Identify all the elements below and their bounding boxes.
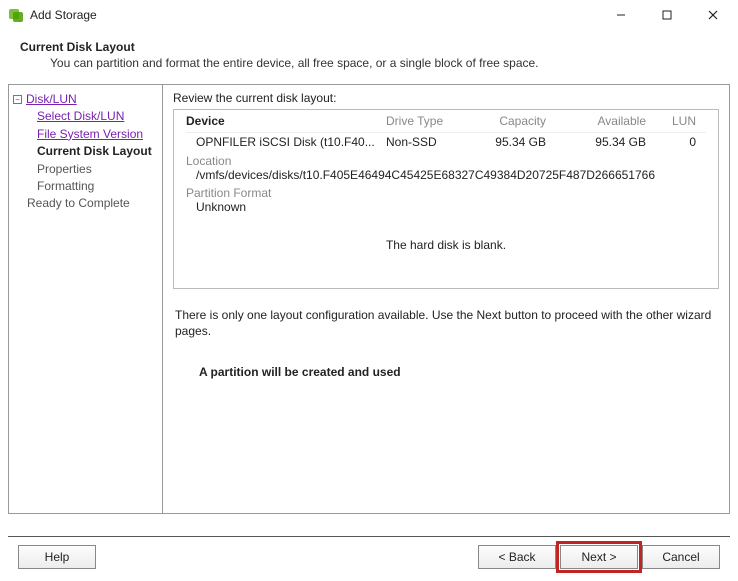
footer-separator <box>8 536 730 537</box>
minimize-button[interactable] <box>598 0 644 30</box>
review-label: Review the current disk layout: <box>173 91 719 105</box>
maximize-button[interactable] <box>644 0 690 30</box>
wizard-heading: Current Disk Layout You can partition an… <box>0 30 738 84</box>
location-value: /vmfs/devices/disks/t10.F405E46494C45425… <box>186 168 706 182</box>
col-available: Available <box>576 114 666 130</box>
cell-device: OPNFILER iSCSI Disk (t10.F40... <box>186 135 386 151</box>
collapse-icon[interactable]: − <box>13 95 22 104</box>
help-button-label: Help <box>45 550 70 564</box>
page-subtitle: You can partition and format the entire … <box>50 56 718 70</box>
partition-format-label: Partition Format <box>186 186 706 200</box>
step-select-disk-lun[interactable]: Select Disk/LUN <box>37 109 124 123</box>
wizard-steps-sidebar: − Disk/LUN Select Disk/LUN File System V… <box>8 84 162 514</box>
cell-available: 95.34 GB <box>576 135 666 151</box>
main-area: − Disk/LUN Select Disk/LUN File System V… <box>8 84 730 514</box>
col-capacity: Capacity <box>476 114 576 130</box>
blank-disk-message: The hard disk is blank. <box>186 238 706 252</box>
cell-capacity: 95.34 GB <box>476 135 576 151</box>
step-current-disk-layout: Current Disk Layout <box>37 144 152 158</box>
step-disk-lun[interactable]: Disk/LUN <box>26 91 77 108</box>
step-formatting: Formatting <box>37 179 94 193</box>
step-properties: Properties <box>37 162 92 176</box>
content-pane: Review the current disk layout: Device D… <box>162 84 730 514</box>
next-button-label: Next > <box>581 550 616 564</box>
col-lun: LUN <box>666 114 706 130</box>
next-button[interactable]: Next > <box>560 545 638 569</box>
layout-info-text: There is only one layout configuration a… <box>175 307 717 339</box>
location-label: Location <box>186 154 706 168</box>
col-device: Device <box>186 114 386 130</box>
cancel-button[interactable]: Cancel <box>642 545 720 569</box>
app-icon <box>8 7 24 23</box>
window-title: Add Storage <box>30 8 97 22</box>
partition-format-value: Unknown <box>186 200 706 214</box>
help-button[interactable]: Help <box>18 545 96 569</box>
close-button[interactable] <box>690 0 736 30</box>
tree-root[interactable]: − Disk/LUN <box>13 91 158 108</box>
page-title: Current Disk Layout <box>20 40 718 54</box>
next-button-highlight: Next > <box>556 541 642 573</box>
back-button[interactable]: < Back <box>478 545 556 569</box>
footer: Help < Back Next > Cancel <box>0 541 738 573</box>
col-drive-type: Drive Type <box>386 114 476 130</box>
partition-created-text: A partition will be created and used <box>199 365 717 379</box>
step-ready-to-complete: Ready to Complete <box>27 195 158 212</box>
cancel-button-label: Cancel <box>662 550 699 564</box>
disk-layout-panel: Device Drive Type Capacity Available LUN… <box>173 109 719 289</box>
table-row: OPNFILER iSCSI Disk (t10.F40... Non-SSD … <box>186 133 706 151</box>
back-button-label: < Back <box>498 550 535 564</box>
cell-drive-type: Non-SSD <box>386 135 476 151</box>
table-header: Device Drive Type Capacity Available LUN <box>186 114 706 133</box>
cell-lun: 0 <box>666 135 706 151</box>
title-bar: Add Storage <box>0 0 738 30</box>
step-file-system-version[interactable]: File System Version <box>37 127 143 141</box>
